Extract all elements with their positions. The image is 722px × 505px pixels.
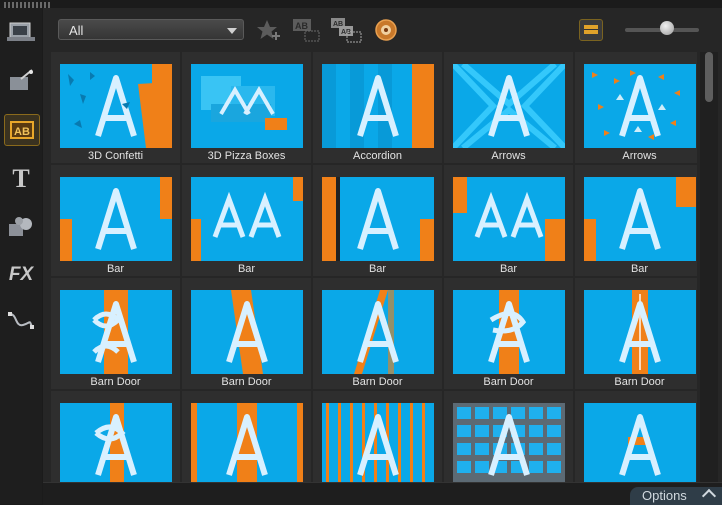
fx-label: FX: [8, 264, 34, 285]
title-glyph: T: [12, 164, 30, 193]
transition-name: Barn Door: [352, 376, 403, 388]
transition-thumbnail[interactable]: [453, 403, 565, 482]
transition-thumbnail[interactable]: [453, 177, 565, 261]
options-label: Options: [642, 488, 687, 503]
transition-thumbnail[interactable]: [60, 177, 172, 261]
category-dropdown[interactable]: All: [58, 19, 244, 40]
chevron-down-icon: [227, 28, 237, 34]
transition-item[interactable]: [575, 391, 697, 482]
svg-text:AB: AB: [14, 126, 30, 138]
transition-item[interactable]: Bar: [444, 165, 573, 276]
transition-name: 3D Pizza Boxes: [207, 150, 286, 162]
vertical-scrollbar[interactable]: [700, 52, 718, 482]
transition-item[interactable]: Bar: [575, 165, 697, 276]
transition-item[interactable]: Barn Door: [182, 278, 311, 389]
apply-to-all-icon[interactable]: AB: [291, 17, 321, 43]
chevron-up-icon: [701, 488, 717, 504]
transition-thumbnail[interactable]: [191, 290, 303, 374]
transition-item[interactable]: Accordion: [313, 52, 442, 163]
transition-thumbnail[interactable]: [322, 177, 434, 261]
svg-text:AB: AB: [341, 29, 351, 36]
transition-item[interactable]: Bar: [182, 165, 311, 276]
transition-grid: 3D Confetti 3D Pizza Boxes Accordion Arrows…: [43, 52, 697, 482]
transition-thumbnail[interactable]: [322, 64, 434, 148]
get-more-icon[interactable]: [373, 17, 399, 43]
transition-thumbnail[interactable]: [322, 290, 434, 374]
transition-name: Barn Door: [90, 376, 141, 388]
transition-name: Bar: [499, 263, 518, 275]
library-footer: Options: [43, 482, 722, 505]
slider-thumb[interactable]: [660, 21, 674, 35]
transition-name: Bar: [630, 263, 649, 275]
transition-name: 3D Confetti: [87, 150, 144, 162]
transition-name: Bar: [237, 263, 256, 275]
transition-thumbnail[interactable]: [322, 403, 434, 482]
options-button[interactable]: Options: [630, 487, 722, 505]
transition-item[interactable]: Arrows: [444, 52, 573, 163]
transition-item[interactable]: Bar: [313, 165, 442, 276]
transition-icon[interactable]: AB: [4, 114, 40, 146]
title-icon[interactable]: T: [4, 164, 38, 194]
transition-name: Barn Door: [483, 376, 534, 388]
transition-thumbnail[interactable]: [584, 290, 696, 374]
path-icon[interactable]: [4, 306, 38, 336]
svg-text:AB: AB: [295, 21, 308, 31]
fx-icon[interactable]: FX: [4, 260, 38, 290]
thumbnail-view-button[interactable]: [579, 19, 603, 41]
library-panel: All AB AB AB 3D Confetti 3D Pizza Boxes Acc…: [43, 8, 722, 505]
transition-item[interactable]: 3D Confetti: [51, 52, 180, 163]
transition-thumbnail[interactable]: [584, 64, 696, 148]
transition-item[interactable]: Barn Door: [313, 278, 442, 389]
transition-thumbnail[interactable]: [191, 403, 303, 482]
transition-thumbnail[interactable]: [584, 403, 696, 482]
transition-thumbnail[interactable]: [60, 64, 172, 148]
transition-thumbnail[interactable]: [60, 403, 172, 482]
transition-name: Arrows: [491, 150, 526, 162]
instant-project-icon[interactable]: [4, 66, 38, 96]
library-toolbar: All AB AB AB: [43, 8, 722, 50]
graphics-icon[interactable]: [4, 212, 38, 242]
transition-name: Bar: [368, 263, 387, 275]
transition-item[interactable]: 3D Pizza Boxes: [182, 52, 311, 163]
scrollbar-thumb[interactable]: [705, 52, 713, 102]
transition-thumbnail[interactable]: [60, 290, 172, 374]
transition-item[interactable]: Barn Door: [575, 278, 697, 389]
transition-thumbnail[interactable]: [191, 177, 303, 261]
transition-item[interactable]: Arrows: [575, 52, 697, 163]
library-sidebar: AB T FX: [0, 8, 42, 504]
transition-thumbnail[interactable]: [453, 290, 565, 374]
transition-thumbnail[interactable]: [453, 64, 565, 148]
transition-item[interactable]: [51, 391, 180, 482]
apply-random-icon[interactable]: AB AB: [330, 17, 362, 43]
transition-item[interactable]: [182, 391, 311, 482]
transition-item[interactable]: [444, 391, 573, 482]
transition-item[interactable]: Bar: [51, 165, 180, 276]
media-icon[interactable]: [4, 16, 38, 46]
transition-item[interactable]: [313, 391, 442, 482]
add-to-favorites-icon[interactable]: [255, 17, 283, 43]
transition-name: Bar: [106, 263, 125, 275]
transition-name: Barn Door: [614, 376, 665, 388]
transition-thumbnail[interactable]: [191, 64, 303, 148]
transition-item[interactable]: Barn Door: [444, 278, 573, 389]
transition-name: Accordion: [353, 150, 402, 162]
transition-name: Arrows: [622, 150, 657, 162]
category-dropdown-value: All: [69, 23, 84, 38]
transition-thumbnail[interactable]: [584, 177, 696, 261]
transition-name: Barn Door: [221, 376, 272, 388]
transition-item[interactable]: Barn Door: [51, 278, 180, 389]
